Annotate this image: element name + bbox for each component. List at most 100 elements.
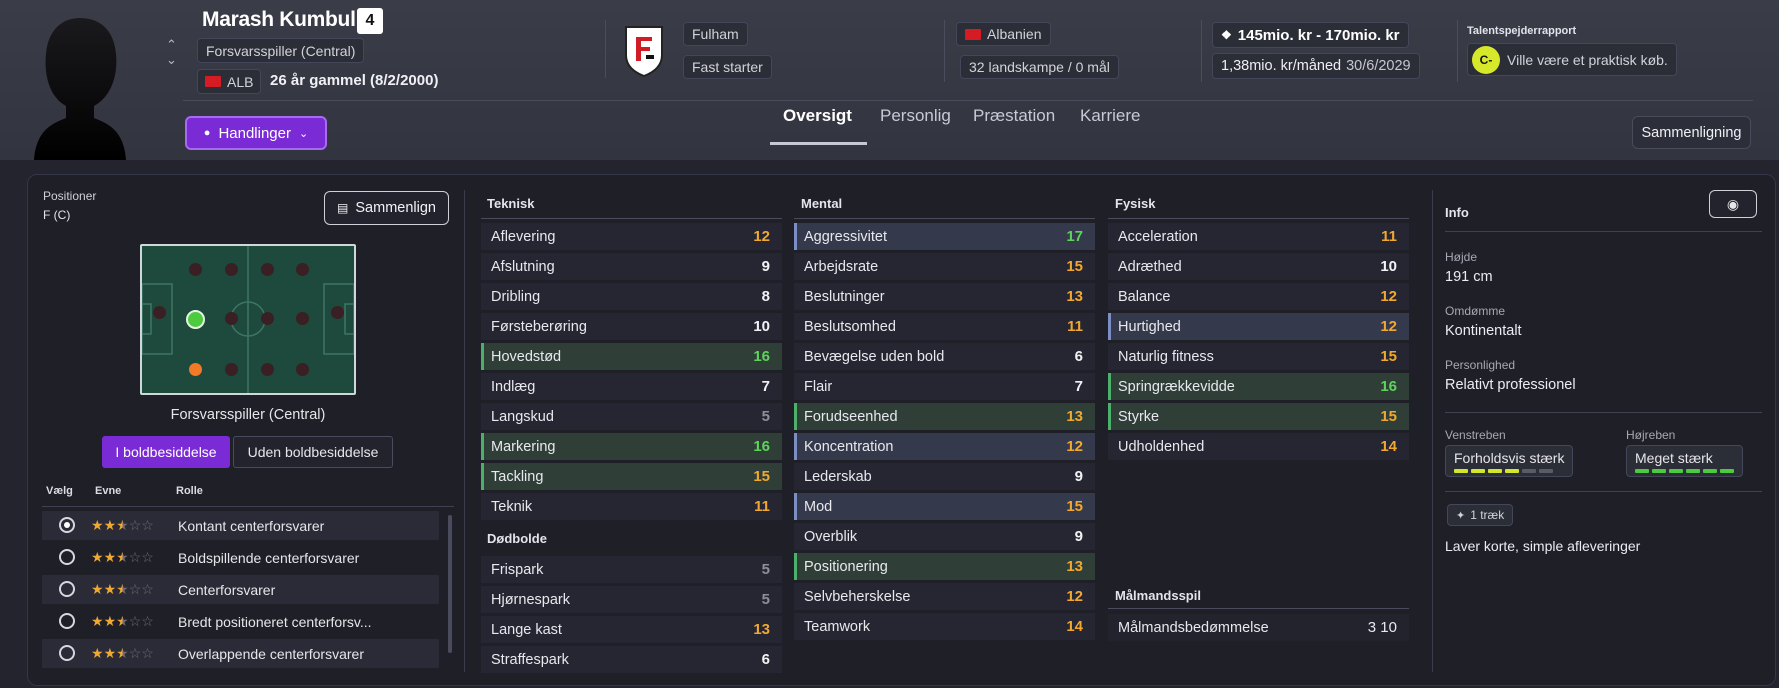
mental-attribute-row[interactable]: Teamwork 14	[794, 613, 1095, 640]
role-row[interactable]: ★★★☆☆ Overlappende centerforsvarer	[42, 639, 439, 668]
fulham-crest-icon[interactable]	[624, 25, 664, 82]
goalkeeping-rating-value: 3 10	[1367, 619, 1397, 636]
attribute-value: 12	[1380, 318, 1397, 335]
compare-button[interactable]: Sammenligning	[1632, 116, 1751, 149]
age-text: 26 år gammel (8/2/2000)	[270, 72, 439, 89]
physical-attribute-row[interactable]: Styrke 15	[1108, 403, 1409, 430]
attribute-name: Acceleration	[1118, 228, 1198, 245]
mental-attribute-row[interactable]: Selvbeherskelse 12	[794, 583, 1095, 610]
empty-star-icon: ☆	[128, 581, 142, 597]
position-dot	[296, 263, 309, 276]
player-header: ⌃ ⌄ Marash Kumbulla 4 Forsvarsspiller (C…	[0, 0, 1779, 160]
club-name-pill[interactable]: Fulham	[683, 22, 748, 46]
technical-attribute-row[interactable]: Dribling 8	[481, 283, 782, 310]
setpiece-attribute-row[interactable]: Hjørnespark 5	[481, 586, 782, 613]
role-radio[interactable]	[59, 613, 75, 629]
attribute-name: Styrke	[1118, 408, 1160, 425]
attribute-name: Afslutning	[491, 258, 555, 275]
mental-attribute-row[interactable]: Forudseenhed 13	[794, 403, 1095, 430]
compare-positions-button[interactable]: ▤ Sammenlign	[324, 191, 449, 225]
mental-attribute-row[interactable]: Koncentration 12	[794, 433, 1095, 460]
setpieces-title: Dødbolde	[487, 531, 547, 546]
setpiece-attribute-row[interactable]: Frispark 5	[481, 556, 782, 583]
attribute-name: Koncentration	[804, 438, 894, 455]
physical-attribute-row[interactable]: Acceleration 11	[1108, 223, 1409, 250]
mental-attribute-row[interactable]: Beslutninger 13	[794, 283, 1095, 310]
toggle-out-of-possession[interactable]: Uden boldbesiddelse	[233, 436, 393, 468]
physical-attribute-row[interactable]: Adræthed 10	[1108, 253, 1409, 280]
role-row[interactable]: ★★★☆☆ Boldspillende centerforsvarer	[42, 543, 439, 572]
left-foot-label: Venstreben	[1445, 428, 1506, 442]
technical-attribute-row[interactable]: Aflevering 12	[481, 223, 782, 250]
mental-attribute-row[interactable]: Beslutsomhed 11	[794, 313, 1095, 340]
role-name: Bredt positioneret centerforsv...	[178, 613, 372, 630]
mental-title: Mental	[801, 196, 843, 211]
mental-attribute-row[interactable]: Positionering 13	[794, 553, 1095, 580]
toggle-in-possession[interactable]: I boldbesiddelse	[102, 436, 230, 468]
chevron-down-icon: ⌄	[298, 127, 309, 140]
attribute-name: Positionering	[804, 558, 888, 575]
setpiece-attribute-row[interactable]: Straffespark 6	[481, 646, 782, 673]
tab-karriere[interactable]: Karriere	[1080, 106, 1140, 126]
tab-praestation[interactable]: Præstation	[973, 106, 1055, 126]
physical-attribute-row[interactable]: Springrækkevidde 16	[1108, 373, 1409, 400]
role-radio[interactable]	[59, 517, 75, 533]
value-pill: ❖ 145mio. kr - 170mio. kr	[1212, 22, 1409, 48]
actions-button[interactable]: ● Handlinger ⌄	[185, 116, 327, 150]
mental-attribute-row[interactable]: Aggressivitet 17	[794, 223, 1095, 250]
position-pitch	[140, 244, 356, 395]
actions-label: Handlinger	[218, 124, 291, 142]
height-value: 191 cm	[1445, 269, 1493, 285]
technical-attribute-row[interactable]: Tackling 15	[481, 463, 782, 490]
tab-oversigt[interactable]: Oversigt	[783, 106, 852, 126]
tab-personlig[interactable]: Personlig	[880, 106, 951, 126]
scout-report-pill[interactable]: C- Ville være et praktisk køb.	[1467, 43, 1677, 76]
role-row[interactable]: ★★★☆☆ Kontant centerforsvarer	[42, 511, 439, 540]
technical-attribute-row[interactable]: Markering 16	[481, 433, 782, 460]
technical-attribute-row[interactable]: Førsteberøring 10	[481, 313, 782, 340]
attribute-name: Aflevering	[491, 228, 556, 245]
goalkeeping-title: Målmandsspil	[1115, 588, 1201, 603]
traits-badge[interactable]: ✦ 1 træk	[1447, 504, 1514, 526]
attribute-name: Beslutninger	[804, 288, 885, 305]
setpiece-attribute-row[interactable]: Lange kast 13	[481, 616, 782, 643]
technical-attribute-row[interactable]: Langskud 5	[481, 403, 782, 430]
left-foot-value: Forholdsvis stærk	[1454, 450, 1565, 466]
role-caption: Forsvarsspiller (Central)	[170, 407, 326, 423]
col-choose: Vælg	[46, 485, 73, 497]
empty-star-icon: ☆	[128, 549, 142, 565]
technical-attribute-row[interactable]: Afslutning 9	[481, 253, 782, 280]
club-status: Fast starter	[692, 59, 763, 75]
role-row[interactable]: ★★★☆☆ Bredt positioneret centerforsv...	[42, 607, 439, 636]
attribute-name: Tackling	[491, 468, 544, 485]
mental-attribute-row[interactable]: Mod 15	[794, 493, 1095, 520]
role-list-scrollbar[interactable]	[448, 515, 452, 653]
role-radio[interactable]	[59, 645, 75, 661]
position-dot	[189, 263, 202, 276]
technical-attribute-row[interactable]: Teknik 11	[481, 493, 782, 520]
physical-attribute-row[interactable]: Udholdenhed 14	[1108, 433, 1409, 460]
physical-attribute-row[interactable]: Hurtighed 12	[1108, 313, 1409, 340]
attribute-value: 9	[1074, 528, 1083, 545]
role-row[interactable]: ★★★☆☆ Centerforsvarer	[42, 575, 439, 604]
mental-attribute-row[interactable]: Lederskab 9	[794, 463, 1095, 490]
nationality-pill[interactable]: Albanien	[956, 22, 1051, 46]
role-radio[interactable]	[59, 581, 75, 597]
physical-attribute-row[interactable]: Balance 12	[1108, 283, 1409, 310]
attribute-name: Springrækkevidde	[1118, 378, 1235, 395]
col-role: Rolle	[176, 485, 203, 497]
mental-attribute-row[interactable]: Flair 7	[794, 373, 1095, 400]
nationality: Albanien	[987, 26, 1042, 42]
role-radio[interactable]	[59, 549, 75, 565]
physical-attribute-row[interactable]: Naturlig fitness 15	[1108, 343, 1409, 370]
technical-attribute-row[interactable]: Hovedstød 16	[481, 343, 782, 370]
mental-attribute-row[interactable]: Bevægelse uden bold 6	[794, 343, 1095, 370]
mental-attribute-row[interactable]: Arbejdsrate 15	[794, 253, 1095, 280]
mental-attribute-row[interactable]: Overblik 9	[794, 523, 1095, 550]
info-settings-button[interactable]: ◉	[1709, 190, 1757, 218]
header-divider	[183, 100, 1753, 101]
position-dot	[225, 363, 238, 376]
goalkeeping-rating-row[interactable]: Målmandsbedømmelse 3 10	[1108, 614, 1409, 641]
next-player-arrow[interactable]: ⌄	[166, 52, 177, 68]
technical-attribute-row[interactable]: Indlæg 7	[481, 373, 782, 400]
